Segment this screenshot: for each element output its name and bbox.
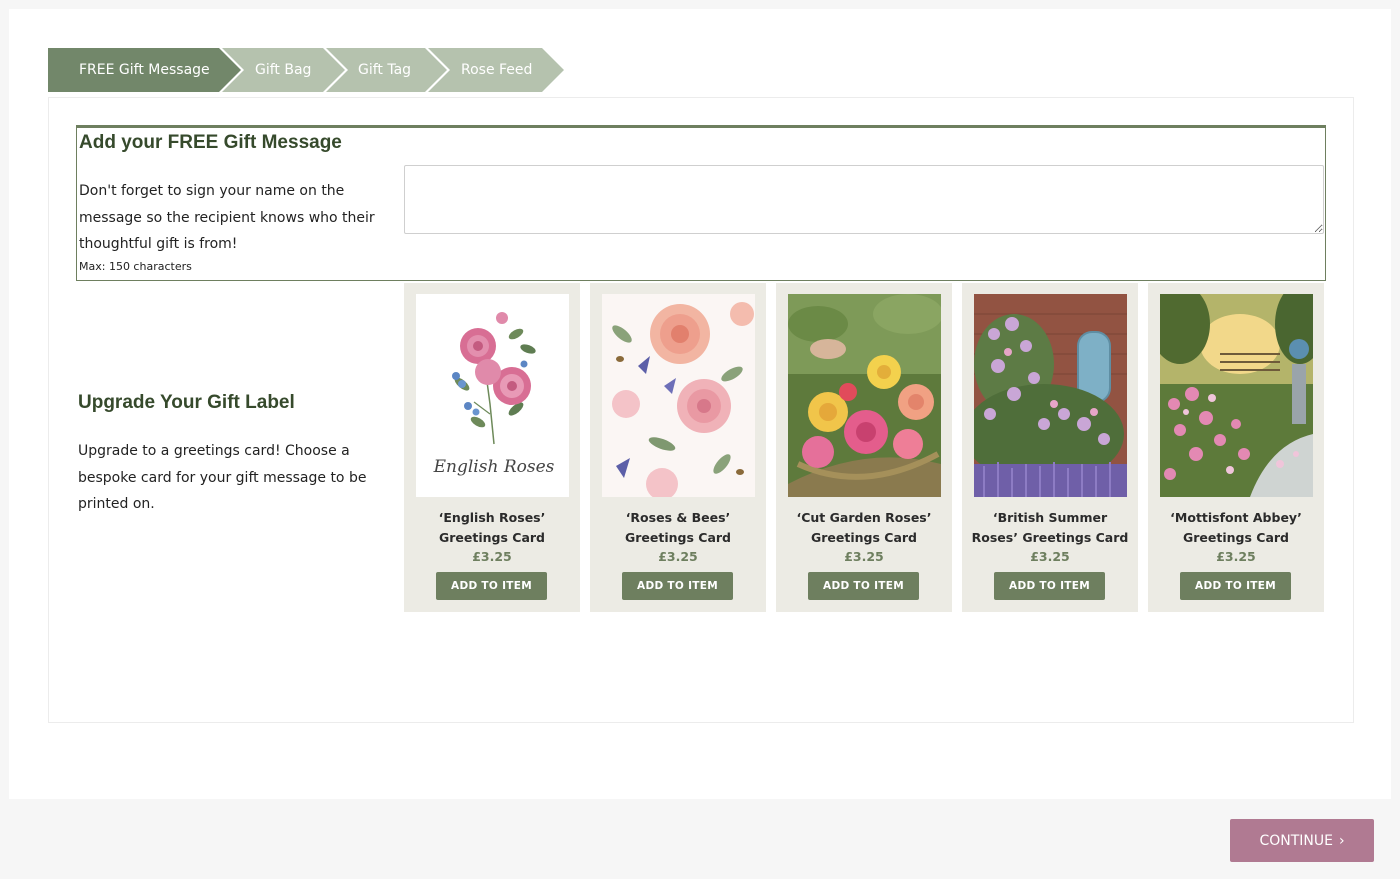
gift-message-title: Add your FREE Gift Message [79, 132, 342, 153]
card-image-english-roses[interactable]: English Roses [415, 294, 569, 497]
add-to-item-button[interactable]: ADD TO ITEM [622, 572, 733, 600]
greeting-card: English Roses ‘English Roses’ Greetings … [404, 283, 580, 612]
british-summer-roses-photo [973, 294, 1127, 497]
greeting-card: ‘British Summer Roses’ Greetings Card £3… [962, 283, 1138, 612]
add-to-item-button[interactable]: ADD TO ITEM [994, 572, 1105, 600]
card-title: ‘Mottisfont Abbey’ Greetings Card [1170, 510, 1302, 545]
card-title: ‘British Summer Roses’ Greetings Card [971, 510, 1129, 545]
card-price: £3.25 [472, 549, 512, 564]
card-image-roses-bees[interactable] [601, 294, 755, 497]
tab-free-gift-message[interactable]: FREE Gift Message [48, 48, 241, 92]
add-to-item-button[interactable]: ADD TO ITEM [808, 572, 919, 600]
card-price: £3.25 [1216, 549, 1256, 564]
tab-label: Gift Tag [358, 62, 412, 78]
card-image-cut-garden-roses[interactable] [787, 294, 941, 497]
card-price: £3.25 [844, 549, 884, 564]
continue-label: CONTINUE [1259, 832, 1333, 849]
greeting-card: ‘Cut Garden Roses’ Greetings Card £3.25 … [776, 283, 952, 612]
card-image-text: English Roses [432, 457, 554, 477]
upgrade-description: Upgrade to a greetings card! Choose a be… [78, 443, 367, 512]
cut-garden-roses-photo [787, 294, 941, 497]
step-tabs: FREE Gift Message Gift Bag Gift Tag Rose… [48, 48, 545, 92]
tab-label: Gift Bag [255, 62, 312, 78]
gift-message-description: Don't forget to sign your name on the me… [79, 183, 375, 252]
tab-label: Rose Feed [461, 62, 533, 78]
continue-button[interactable]: CONTINUE › [1230, 819, 1374, 862]
upgrade-title: Upgrade Your Gift Label [78, 392, 295, 413]
max-characters-note: Max: 150 characters [79, 260, 192, 273]
gift-message-input[interactable] [404, 165, 1324, 234]
card-price: £3.25 [1030, 549, 1070, 564]
card-price: £3.25 [658, 549, 698, 564]
chevron-right-icon: › [1338, 832, 1345, 849]
tab-label: FREE Gift Message [79, 62, 210, 78]
card-image-british-summer-roses[interactable] [973, 294, 1127, 497]
card-title: ‘English Roses’ Greetings Card [438, 510, 546, 545]
tab-rose-feed[interactable]: Rose Feed [428, 48, 564, 92]
mottisfont-abbey-photo [1159, 294, 1313, 497]
roses-bees-illustration [601, 294, 755, 497]
greeting-card: ‘Roses & Bees’ Greetings Card £3.25 ADD … [590, 283, 766, 612]
add-to-item-button[interactable]: ADD TO ITEM [436, 572, 547, 600]
gift-message-section: Add your FREE Gift Message Don't forget … [76, 125, 1326, 281]
greeting-cards-list: English Roses ‘English Roses’ Greetings … [404, 283, 1324, 612]
english-roses-illustration: English Roses [415, 294, 569, 497]
add-to-item-button[interactable]: ADD TO ITEM [1180, 572, 1291, 600]
card-title: ‘Roses & Bees’ Greetings Card [625, 510, 731, 545]
card-image-mottisfont-abbey[interactable] [1159, 294, 1313, 497]
card-title: ‘Cut Garden Roses’ Greetings Card [796, 510, 932, 545]
greeting-card: ‘Mottisfont Abbey’ Greetings Card £3.25 … [1148, 283, 1324, 612]
